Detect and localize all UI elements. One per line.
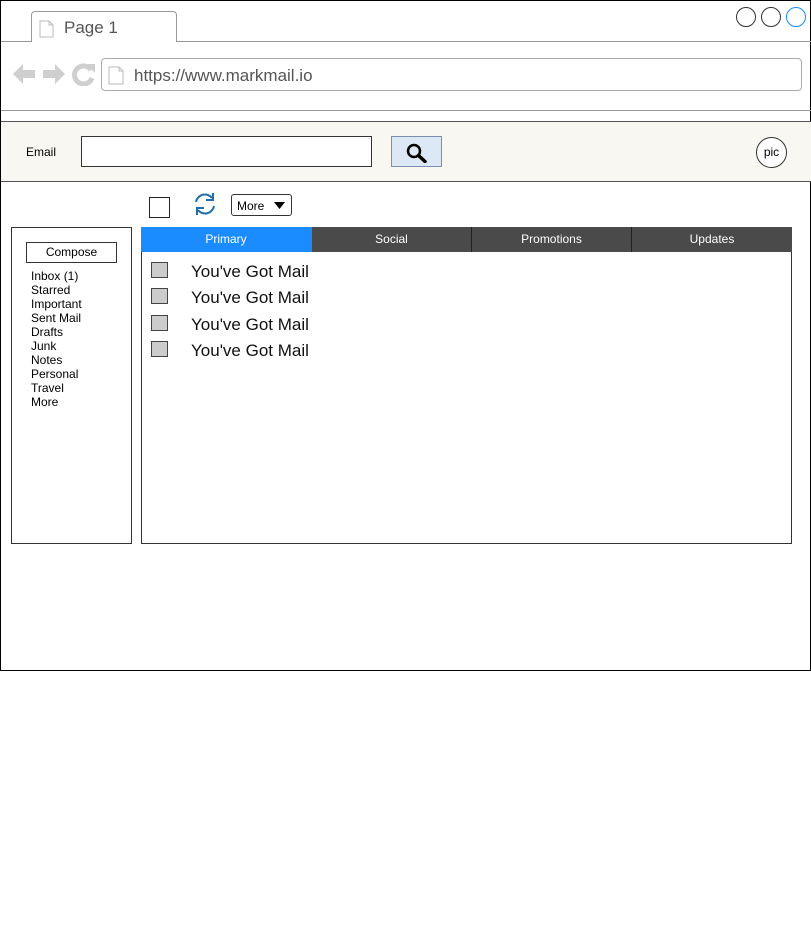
folder-junk[interactable]: Junk [31, 339, 82, 353]
folder-important[interactable]: Important [31, 297, 82, 311]
folder-inbox[interactable]: Inbox (1) [31, 269, 82, 283]
more-label: More [237, 199, 265, 213]
folder-starred[interactable]: Starred [31, 283, 82, 297]
app-header: Email pic [1, 121, 811, 182]
minimize-button[interactable] [736, 7, 756, 27]
browser-tab[interactable]: Page 1 [31, 11, 177, 42]
mail-row-checkbox[interactable] [151, 315, 168, 331]
mail-row[interactable]: You've Got Mail [142, 262, 791, 288]
tab-promotions[interactable]: Promotions [472, 227, 632, 252]
caret-down-icon [274, 202, 285, 209]
compose-button[interactable]: Compose [26, 242, 117, 263]
mail-row[interactable]: You've Got Mail [142, 288, 791, 314]
back-arrow-icon[interactable] [12, 63, 36, 85]
browser-window: Page 1 https://www.markmail.io Email pic… [0, 0, 811, 671]
mail-panel: Primary Social Promotions Updates You've… [141, 227, 792, 544]
mail-row[interactable]: You've Got Mail [142, 341, 791, 367]
close-button[interactable] [786, 7, 806, 27]
email-search-input[interactable] [81, 136, 372, 167]
folder-list: Inbox (1) Starred Important Sent Mail Dr… [31, 269, 82, 409]
tab-primary[interactable]: Primary [141, 227, 312, 252]
email-label: Email [26, 145, 57, 159]
tab-social[interactable]: Social [312, 227, 472, 252]
address-bar[interactable]: https://www.markmail.io [101, 58, 802, 91]
url-text[interactable]: https://www.markmail.io [134, 66, 313, 86]
search-icon [406, 143, 427, 163]
mail-subject[interactable]: You've Got Mail [191, 341, 309, 361]
chrome-divider [1, 110, 811, 111]
avatar[interactable]: pic [756, 137, 787, 168]
folder-sent-mail[interactable]: Sent Mail [31, 311, 82, 325]
tab-strip-line [176, 41, 811, 42]
more-dropdown[interactable]: More [231, 194, 292, 216]
tab-strip-line [1, 41, 32, 42]
mail-row-checkbox[interactable] [151, 341, 168, 357]
mail-subject[interactable]: You've Got Mail [191, 288, 309, 308]
mail-row-checkbox[interactable] [151, 262, 168, 278]
tab-title: Page 1 [64, 18, 118, 37]
forward-arrow-icon[interactable] [42, 63, 66, 85]
mail-row[interactable]: You've Got Mail [142, 315, 791, 341]
mail-subject[interactable]: You've Got Mail [191, 262, 309, 282]
page-icon [108, 66, 124, 85]
folder-personal[interactable]: Personal [31, 367, 82, 381]
mail-row-checkbox[interactable] [151, 288, 168, 304]
folder-travel[interactable]: Travel [31, 381, 82, 395]
refresh-icon[interactable] [192, 192, 218, 216]
page-icon [39, 20, 54, 38]
search-button[interactable] [391, 136, 442, 167]
reload-icon[interactable] [72, 62, 96, 86]
category-tabs: Primary Social Promotions Updates [141, 227, 792, 252]
mail-subject[interactable]: You've Got Mail [191, 315, 309, 335]
maximize-button[interactable] [761, 7, 781, 27]
sidebar: Compose Inbox (1) Starred Important Sent… [11, 227, 132, 544]
select-all-checkbox[interactable] [149, 197, 170, 218]
folder-more[interactable]: More [31, 395, 82, 409]
folder-drafts[interactable]: Drafts [31, 325, 82, 339]
folder-notes[interactable]: Notes [31, 353, 82, 367]
tab-updates[interactable]: Updates [632, 227, 792, 252]
